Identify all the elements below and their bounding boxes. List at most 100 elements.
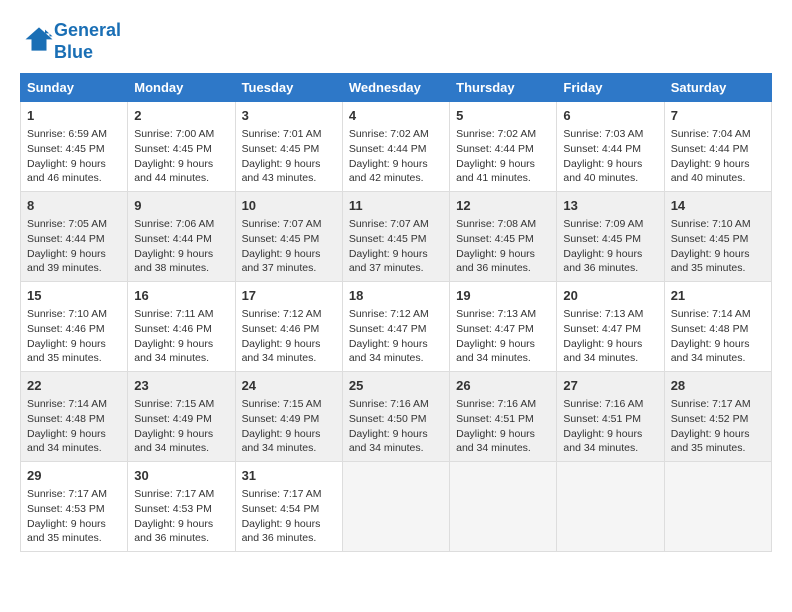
sunset: Sunset: 4:47 PM	[349, 323, 427, 335]
daylight: Daylight: 9 hours and 40 minutes.	[563, 158, 642, 185]
sunrise: Sunrise: 7:16 AM	[349, 398, 429, 410]
sunrise: Sunrise: 7:02 AM	[349, 128, 429, 140]
daylight: Daylight: 9 hours and 34 minutes.	[27, 428, 106, 455]
sunset: Sunset: 4:45 PM	[134, 143, 212, 155]
day-number: 29	[27, 467, 121, 485]
sunrise: Sunrise: 7:13 AM	[563, 308, 643, 320]
sunset: Sunset: 4:45 PM	[563, 233, 641, 245]
calendar-cell: 1Sunrise: 6:59 AMSunset: 4:45 PMDaylight…	[21, 102, 128, 192]
daylight: Daylight: 9 hours and 40 minutes.	[671, 158, 750, 185]
day-number: 15	[27, 287, 121, 305]
daylight: Daylight: 9 hours and 36 minutes.	[456, 248, 535, 275]
sunrise: Sunrise: 7:03 AM	[563, 128, 643, 140]
daylight: Daylight: 9 hours and 34 minutes.	[242, 338, 321, 365]
calendar-cell: 6Sunrise: 7:03 AMSunset: 4:44 PMDaylight…	[557, 102, 664, 192]
calendar-cell: 24 Sunrise: 7:15 AM Sunset: 4:49 PM Dayligh…	[235, 372, 342, 462]
daylight: Daylight: 9 hours and 36 minutes.	[563, 248, 642, 275]
daylight: Daylight: 9 hours and 38 minutes.	[134, 248, 213, 275]
day-number: 23	[134, 377, 228, 395]
calendar-cell: 21Sunrise: 7:14 AMSunset: 4:48 PMDayligh…	[664, 282, 771, 372]
sunrise: Sunrise: 7:14 AM	[671, 308, 751, 320]
sunset: Sunset: 4:53 PM	[134, 503, 212, 515]
sunset: Sunset: 4:52 PM	[671, 413, 749, 425]
sunset: Sunset: 4:46 PM	[134, 323, 212, 335]
sunrise: Sunrise: 7:07 AM	[242, 218, 322, 230]
daylight: Daylight: 9 hours and 34 minutes.	[563, 338, 642, 365]
calendar-cell: 3Sunrise: 7:01 AMSunset: 4:45 PMDaylight…	[235, 102, 342, 192]
day-number: 24	[242, 377, 336, 395]
daylight: Daylight: 9 hours and 34 minutes.	[456, 428, 535, 455]
day-number: 4	[349, 107, 443, 125]
day-number: 9	[134, 197, 228, 215]
calendar-cell: 17Sunrise: 7:12 AMSunset: 4:46 PMDayligh…	[235, 282, 342, 372]
calendar-cell: 15Sunrise: 7:10 AMSunset: 4:46 PMDayligh…	[21, 282, 128, 372]
calendar-cell: 30Sunrise: 7:17 AMSunset: 4:53 PMDayligh…	[128, 461, 235, 551]
sunrise: Sunrise: 7:07 AM	[349, 218, 429, 230]
sunrise: Sunrise: 7:05 AM	[27, 218, 107, 230]
sunrise: Sunrise: 7:10 AM	[27, 308, 107, 320]
weekday-header-friday: Friday	[557, 74, 664, 102]
sunset: Sunset: 4:45 PM	[27, 143, 105, 155]
calendar-cell: 11Sunrise: 7:07 AMSunset: 4:45 PMDayligh…	[342, 192, 449, 282]
sunrise: Sunrise: 7:02 AM	[456, 128, 536, 140]
calendar-week-row: 22Sunrise: 7:14 AMSunset: 4:48 PMDayligh…	[21, 372, 772, 462]
daylight: Daylight: 9 hours and 34 minutes.	[134, 428, 213, 455]
day-number: 11	[349, 197, 443, 215]
daylight: Daylight: 9 hours and 37 minutes.	[242, 248, 321, 275]
calendar-cell: 14Sunrise: 7:10 AMSunset: 4:45 PMDayligh…	[664, 192, 771, 282]
daylight: Daylight: 9 hours and 36 minutes.	[242, 518, 321, 545]
sunrise: Sunrise: 7:01 AM	[242, 128, 322, 140]
daylight: Daylight: 9 hours and 35 minutes.	[671, 428, 750, 455]
daylight: Daylight: 9 hours and 34 minutes.	[671, 338, 750, 365]
sunset: Sunset: 4:46 PM	[242, 323, 320, 335]
daylight: Daylight: 9 hours and 44 minutes.	[134, 158, 213, 185]
calendar-cell	[342, 461, 449, 551]
day-number: 26	[456, 377, 550, 395]
calendar-header-row: SundayMondayTuesdayWednesdayThursdayFrid…	[21, 74, 772, 102]
sunset: Sunset: 4:47 PM	[563, 323, 641, 335]
calendar-cell: 4Sunrise: 7:02 AMSunset: 4:44 PMDaylight…	[342, 102, 449, 192]
sunset: Sunset: 4:44 PM	[27, 233, 105, 245]
sunrise: Sunrise: 7:11 AM	[134, 308, 213, 320]
day-number: 31	[242, 467, 336, 485]
calendar-week-row: 15 Sunrise: 7:10 AM Sunset: 4:46 PM Dayligh…	[21, 282, 772, 372]
day-number: 19	[456, 287, 550, 305]
weekday-header-tuesday: Tuesday	[235, 74, 342, 102]
sunset: Sunset: 4:49 PM	[242, 413, 320, 425]
sunrise: Sunrise: 7:08 AM	[456, 218, 536, 230]
sunset: Sunset: 4:45 PM	[671, 233, 749, 245]
sunrise: Sunrise: 7:15 AM	[242, 398, 322, 410]
day-number: 14	[671, 197, 765, 215]
day-number: 2	[134, 107, 228, 125]
sunrise: Sunrise: 7:09 AM	[563, 218, 643, 230]
daylight: Daylight: 9 hours and 34 minutes.	[242, 428, 321, 455]
daylight: Daylight: 9 hours and 34 minutes.	[349, 428, 428, 455]
sunrise: Sunrise: 7:16 AM	[563, 398, 643, 410]
calendar-cell: 26Sunrise: 7:16 AMSunset: 4:51 PMDayligh…	[450, 372, 557, 462]
sunset: Sunset: 4:44 PM	[349, 143, 427, 155]
sunrise: Sunrise: 7:17 AM	[134, 488, 214, 500]
calendar-cell: 28Sunrise: 7:17 AMSunset: 4:52 PMDayligh…	[664, 372, 771, 462]
calendar-cell: 13Sunrise: 7:09 AMSunset: 4:45 PMDayligh…	[557, 192, 664, 282]
calendar-cell: 12Sunrise: 7:08 AMSunset: 4:45 PMDayligh…	[450, 192, 557, 282]
sunrise: Sunrise: 7:13 AM	[456, 308, 536, 320]
daylight: Daylight: 9 hours and 41 minutes.	[456, 158, 535, 185]
weekday-header-saturday: Saturday	[664, 74, 771, 102]
calendar-cell: 27Sunrise: 7:16 AMSunset: 4:51 PMDayligh…	[557, 372, 664, 462]
sunset: Sunset: 4:44 PM	[563, 143, 641, 155]
sunset: Sunset: 4:51 PM	[456, 413, 534, 425]
calendar-cell: 9Sunrise: 7:06 AMSunset: 4:44 PMDaylight…	[128, 192, 235, 282]
calendar-cell	[450, 461, 557, 551]
logo-text: General Blue	[54, 20, 121, 63]
sunset: Sunset: 4:47 PM	[456, 323, 534, 335]
day-number: 8	[27, 197, 121, 215]
sunrise: Sunrise: 7:15 AM	[134, 398, 214, 410]
sunset: Sunset: 4:54 PM	[242, 503, 320, 515]
sunset: Sunset: 4:44 PM	[134, 233, 212, 245]
calendar-body: 1Sunrise: 6:59 AMSunset: 4:45 PMDaylight…	[21, 102, 772, 552]
sunset: Sunset: 4:45 PM	[242, 143, 320, 155]
day-number: 22	[27, 377, 121, 395]
day-number: 25	[349, 377, 443, 395]
weekday-header-thursday: Thursday	[450, 74, 557, 102]
day-number: 30	[134, 467, 228, 485]
